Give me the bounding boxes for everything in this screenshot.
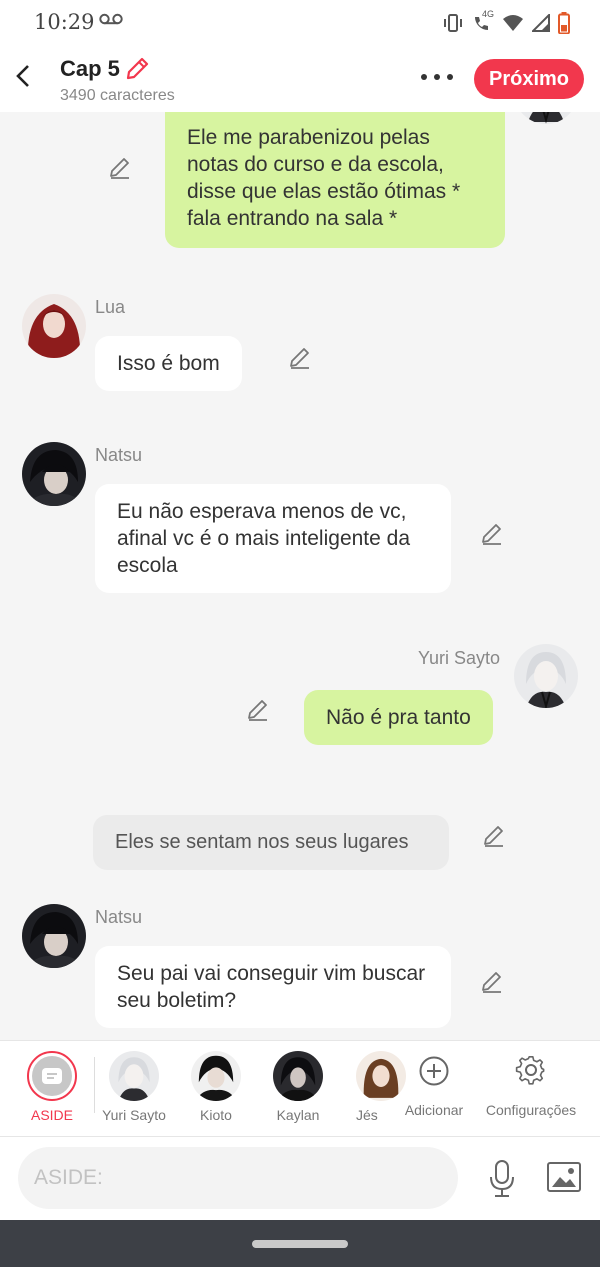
message-bubble[interactable]: Isso é bom [95, 336, 242, 391]
message-text: Isso é bom [117, 352, 220, 375]
character-selector: ASIDE Yuri Sayto Kioto Kaylan Jés Adicio… [0, 1040, 600, 1136]
add-label: Adicionar [404, 1102, 464, 1118]
avatar-lua [22, 294, 86, 358]
aside-narration[interactable]: Eles se sentam nos seus lugares [93, 815, 449, 870]
message-text: Não é pra tanto [326, 706, 471, 729]
aside-note-icon [42, 1068, 62, 1084]
edit-message-icon[interactable] [480, 522, 504, 546]
microphone-icon[interactable] [486, 1159, 518, 1199]
voicemail-icon [99, 13, 123, 25]
character-kaylan[interactable]: Kaylan [258, 1051, 338, 1123]
message-bubble[interactable]: Seu pai vai conseguir vim buscar seu bol… [95, 946, 451, 1028]
settings-button[interactable]: Configurações [484, 1055, 578, 1118]
avatar-natsu [22, 442, 86, 506]
composer [0, 1136, 600, 1220]
battery-icon [558, 12, 570, 34]
gear-icon [515, 1055, 545, 1085]
app-header: Cap 5 3490 caracteres Próximo [0, 46, 600, 112]
speaker-name: Natsu [95, 445, 143, 465]
call-4g-icon: 4G [472, 9, 494, 33]
message-text: Ele me parabenizou pelas notas do curso … [187, 126, 461, 230]
edit-message-icon[interactable] [288, 346, 312, 370]
message-input[interactable] [18, 1147, 458, 1209]
edit-message-icon[interactable] [482, 824, 506, 848]
character-label: Jés [356, 1107, 378, 1123]
avatar-natsu [22, 904, 86, 968]
message-text: Eu não esperava menos de vc, afinal vc é… [117, 500, 411, 577]
avatar-yuri-partial [514, 112, 578, 124]
character-label: Kioto [200, 1107, 232, 1123]
add-character-button[interactable]: Adicionar [398, 1055, 470, 1118]
character-label: Kaylan [276, 1107, 320, 1123]
speaker-name: Yuri Sayto [418, 648, 501, 668]
image-icon[interactable] [546, 1161, 582, 1193]
home-gesture-handle[interactable] [252, 1240, 348, 1248]
back-arrow-icon[interactable] [12, 62, 36, 90]
message-bubble[interactable]: Eu não esperava menos de vc, afinal vc é… [95, 484, 451, 593]
speaker-name: Lua [95, 297, 126, 317]
avatar [109, 1051, 159, 1101]
more-options-icon[interactable] [421, 74, 453, 80]
message-bubble[interactable]: Não é pra tanto [304, 690, 493, 745]
status-bar: 10:29 4G [0, 0, 600, 46]
signal-icon [532, 14, 550, 32]
speaker-name: Natsu [95, 907, 143, 927]
aside-text: Eles se sentam nos seus lugares [115, 831, 409, 853]
character-jes[interactable]: Jés [328, 1051, 408, 1123]
avatar [273, 1051, 323, 1101]
character-yuri-sayto[interactable]: Yuri Sayto [94, 1051, 174, 1123]
next-button[interactable]: Próximo [474, 59, 584, 99]
character-count: 3490 caracteres [60, 87, 175, 104]
wifi-icon [503, 15, 523, 31]
avatar-yuri-sayto [514, 644, 578, 708]
message-bubble[interactable]: Ele me parabenizou pelas notas do curso … [165, 112, 505, 248]
edit-message-icon[interactable] [246, 698, 270, 722]
clock: 10:29 [34, 10, 95, 34]
character-label: ASIDE [30, 1107, 73, 1123]
vibrate-icon [444, 14, 462, 32]
system-nav-bar [0, 1220, 600, 1267]
chapter-title: Cap 5 [60, 56, 120, 81]
character-aside[interactable]: ASIDE [12, 1051, 92, 1123]
chat-area[interactable]: Ele me parabenizou pelas notas do curso … [0, 112, 600, 1040]
settings-label: Configurações [485, 1102, 577, 1118]
edit-message-icon[interactable] [480, 970, 504, 994]
edit-title-icon[interactable] [124, 56, 150, 82]
character-kioto[interactable]: Kioto [176, 1051, 256, 1123]
character-label: Yuri Sayto [102, 1107, 166, 1123]
edit-message-icon[interactable] [108, 156, 132, 180]
add-circle-icon [419, 1056, 449, 1086]
avatar [191, 1051, 241, 1101]
message-text: Seu pai vai conseguir vim buscar seu bol… [117, 962, 426, 1012]
